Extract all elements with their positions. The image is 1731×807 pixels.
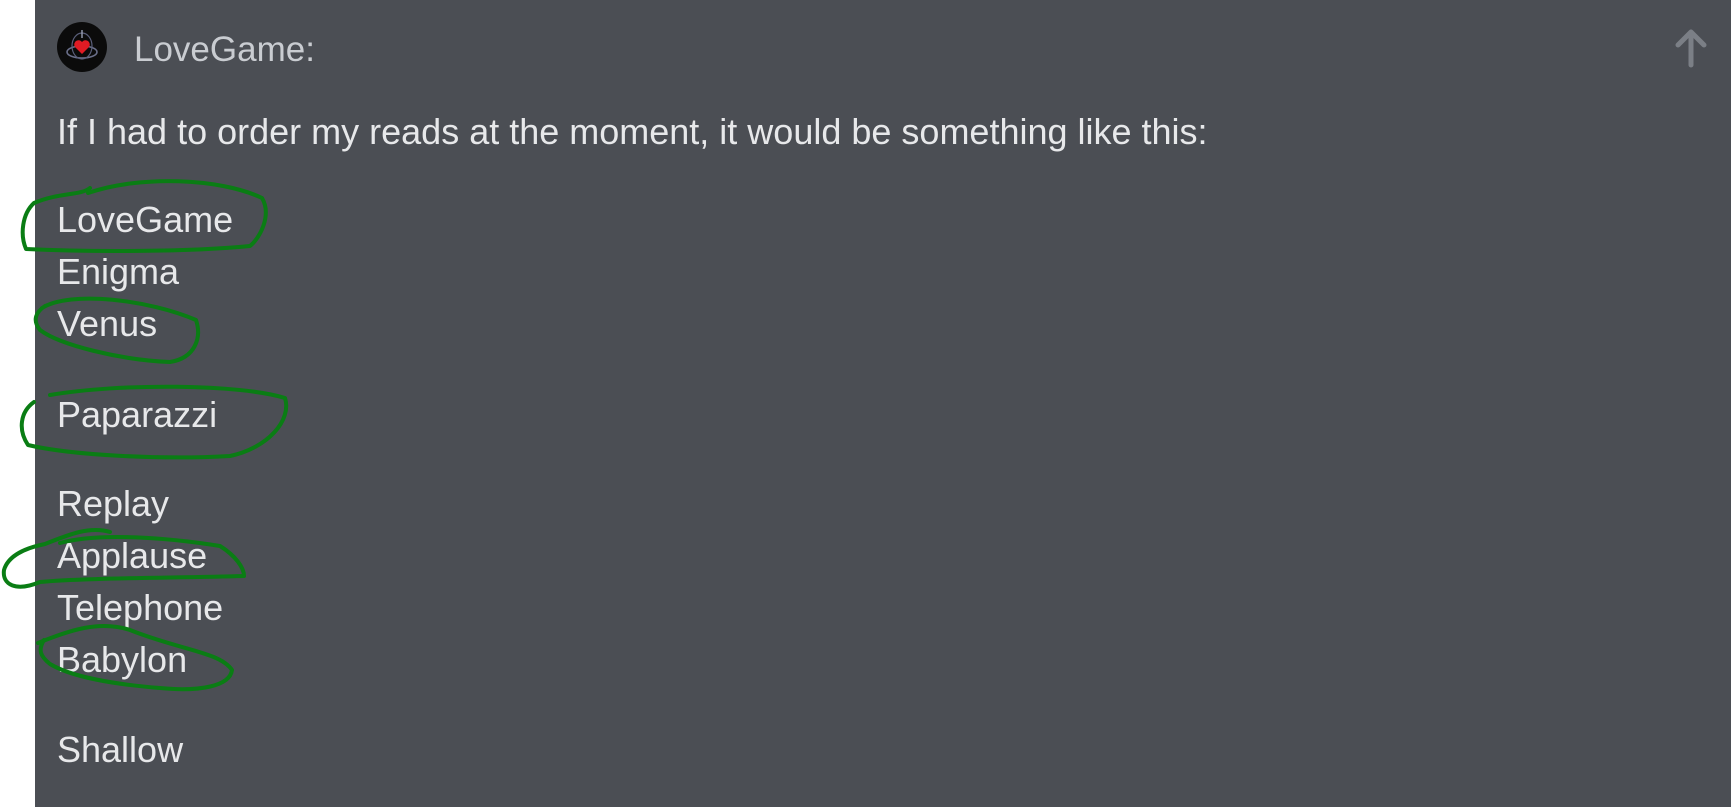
read-item: Venus	[57, 303, 158, 344]
post-username[interactable]: LoveGame:	[134, 28, 315, 72]
avatar[interactable]	[57, 22, 107, 72]
scroll-up-button[interactable]	[1671, 27, 1711, 69]
read-item: Paparazzi	[57, 394, 218, 435]
read-item: LoveGame	[57, 199, 234, 240]
read-item: Enigma	[57, 251, 180, 292]
avatar-heart-logo-icon	[66, 30, 98, 60]
post-panel: LoveGame: If I had to order my reads at …	[35, 0, 1731, 807]
read-item: Applause	[57, 535, 208, 576]
read-item: Babylon	[57, 639, 188, 680]
read-item: Shallow	[57, 729, 184, 770]
arrow-up-icon	[1675, 29, 1707, 68]
read-item: Telephone	[57, 587, 224, 628]
post-intro-text: If I had to order my reads at the moment…	[57, 111, 1208, 152]
read-item: Replay	[57, 483, 170, 524]
